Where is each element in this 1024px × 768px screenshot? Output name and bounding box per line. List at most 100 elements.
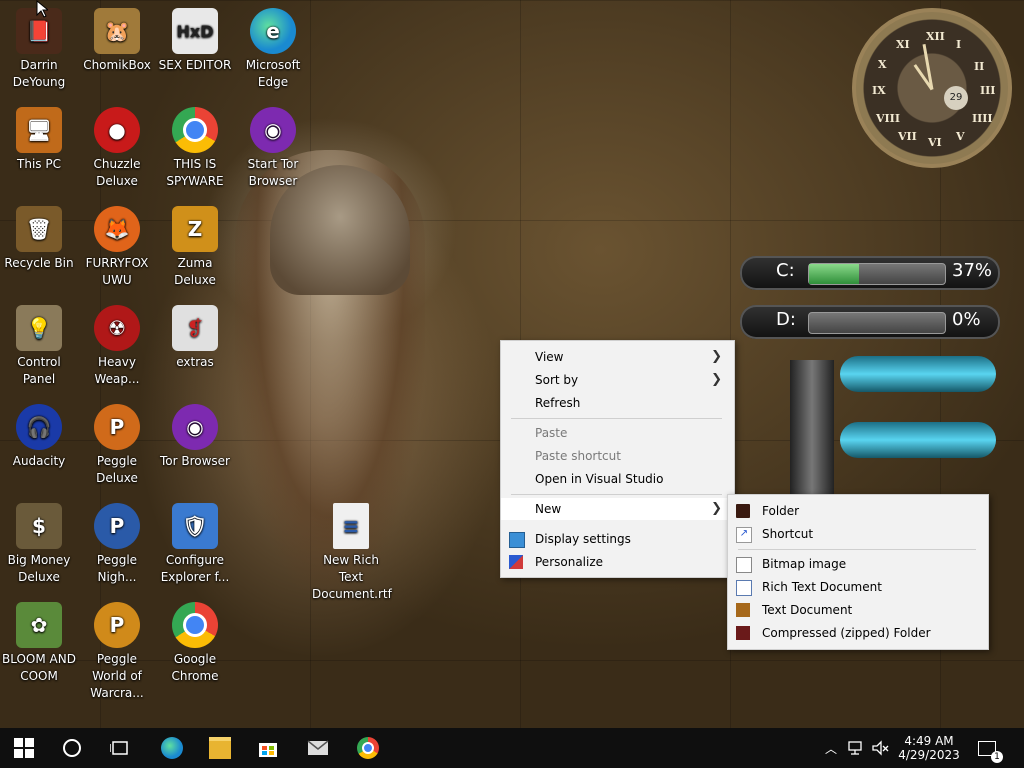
desktop-icon-hxd[interactable]: HxD SEX EDITOR — [156, 8, 234, 74]
desktop-icon-extras[interactable]: ❡ extras — [156, 305, 234, 371]
desktop-icon-configure-explorer[interactable]: 🛡 Configure Explorer f... — [156, 503, 234, 586]
desktop-icon-spyware-chrome[interactable]: THIS IS SPYWARE — [156, 107, 234, 190]
desktop-icon-label: ChomikBox — [83, 58, 151, 72]
text-document-icon — [736, 603, 750, 617]
menu-item-personalize[interactable]: Personalize — [501, 551, 732, 573]
menu-item-open-in-visual-studio[interactable]: Open in Visual Studio — [501, 468, 732, 490]
menu-item-label: Paste — [535, 426, 568, 440]
desktop-icon-furryfox[interactable]: 🦊 FURRYFOX UWU — [78, 206, 156, 289]
clock-numeral: VIII — [876, 112, 900, 125]
desktop-icon-recycle-bin[interactable]: 🗑 Recycle Bin — [0, 206, 78, 272]
chevron-right-icon: ❯ — [711, 372, 722, 387]
desktop-icon-label: Darrin DeYoung — [12, 58, 66, 89]
desktop-icon-peggle-nights[interactable]: P Peggle Nigh... — [78, 503, 156, 586]
desktop-icon-google-chrome[interactable]: Google Chrome — [156, 602, 234, 685]
menu-item-label: Text Document — [762, 603, 853, 617]
taskbar-app-store[interactable] — [244, 728, 292, 768]
menu-item-sort-by[interactable]: Sort by ❯ — [501, 369, 732, 391]
desktop-icon-label: Google Chrome — [171, 652, 219, 683]
menu-item-display-settings[interactable]: Display settings — [501, 528, 732, 550]
mouse-cursor-icon — [36, 0, 48, 18]
desktop-icon-label: SEX EDITOR — [158, 58, 232, 72]
desktop-icon-label: Heavy Weap... — [94, 355, 140, 386]
desktop-icon-peggle-deluxe[interactable]: P Peggle Deluxe — [78, 404, 156, 487]
volume-button[interactable] — [868, 728, 892, 768]
start-button[interactable] — [0, 728, 48, 768]
chrome-taskbar-icon — [357, 737, 379, 759]
desktop-icon-zuma[interactable]: Z Zuma Deluxe — [156, 206, 234, 289]
peggle-night-icon: P — [94, 503, 140, 549]
desktop-icon-this-pc[interactable]: 🖥 This PC — [0, 107, 78, 173]
desktop-context-menu: View ❯ Sort by ❯ Refresh Paste Paste sho… — [500, 340, 735, 578]
chevron-right-icon: ❯ — [711, 501, 722, 516]
desktop-icon-audacity[interactable]: 🎧 Audacity — [0, 404, 78, 470]
clock-numeral: XI — [896, 38, 910, 51]
desktop-icon-heavy-weapon[interactable]: ☢ Heavy Weap... — [78, 305, 156, 388]
drive-usage-bar — [808, 312, 946, 334]
desktop-icon-new-rtf[interactable]: ≡ New Rich Text Document.rtf — [312, 503, 392, 603]
desktop-icon-chuzzle[interactable]: ● Chuzzle Deluxe — [78, 107, 156, 190]
show-hidden-icons-button[interactable]: ︿ — [820, 728, 842, 768]
chuzzle-icon: ● — [94, 107, 140, 153]
mail-icon — [307, 740, 329, 755]
decorative-pipe — [790, 360, 834, 500]
menu-separator — [738, 549, 976, 550]
submenu-item-bitmap[interactable]: Bitmap image — [728, 553, 986, 575]
desktop-icon-peggle-wow[interactable]: P Peggle World of Warcra... — [78, 602, 156, 702]
submenu-item-rich-text[interactable]: Rich Text Document — [728, 576, 986, 598]
taskbar-app-file-explorer[interactable] — [196, 728, 244, 768]
taskbar-app-mail[interactable] — [292, 728, 344, 768]
taskbar: ︿ 4:49 AM 4/29/2023 1 — [0, 728, 1024, 768]
desktop-icon-microsoft-edge[interactable]: e Microsoft Edge — [234, 8, 312, 91]
desktop-icon-chomikbox[interactable]: 🐹 ChomikBox — [78, 8, 156, 74]
desktop-icon-label: Zuma Deluxe — [174, 256, 216, 287]
desktop-icon-tor-browser[interactable]: ◉ Tor Browser — [156, 404, 234, 470]
desktop-icon-big-money[interactable]: $ Big Money Deluxe — [0, 503, 78, 586]
bitmap-icon — [736, 557, 752, 573]
menu-item-view[interactable]: View ❯ — [501, 346, 732, 368]
drive-label: C: — [776, 260, 795, 281]
search-button[interactable] — [48, 728, 96, 768]
flower-icon: ✿ — [16, 602, 62, 648]
shield-icon: 🛡 — [172, 503, 218, 549]
menu-item-new[interactable]: New ❯ — [501, 498, 732, 520]
menu-item-label: Rich Text Document — [762, 580, 882, 594]
menu-item-label: Bitmap image — [762, 557, 847, 571]
display-icon — [509, 532, 525, 548]
menu-item-refresh[interactable]: Refresh — [501, 392, 732, 414]
drive-meter-c: C: 37% — [740, 256, 1000, 290]
chrome-icon — [172, 107, 218, 153]
task-view-button[interactable] — [96, 728, 144, 768]
submenu-item-text-document[interactable]: Text Document — [728, 599, 986, 621]
desktop-icon-control-panel[interactable]: 💡 Control Panel — [0, 305, 78, 388]
submenu-item-zip-folder[interactable]: Compressed (zipped) Folder — [728, 622, 986, 644]
new-submenu: Folder ↗ Shortcut Bitmap image Rich Text… — [727, 494, 989, 650]
hamster-box-icon: 🐹 — [94, 8, 140, 54]
desktop-icon-darrin-deyoung[interactable]: 📕 Darrin DeYoung — [0, 8, 78, 91]
clock-button[interactable]: 4:49 AM 4/29/2023 — [894, 728, 964, 768]
taskbar-app-edge[interactable] — [148, 728, 196, 768]
desktop-icon-label: Start Tor Browser — [247, 157, 299, 188]
menu-item-label: Display settings — [535, 532, 631, 546]
shortcut-icon: ↗ — [736, 527, 752, 543]
submenu-item-shortcut[interactable]: ↗ Shortcut — [728, 523, 986, 545]
drive-percent: 37% — [952, 260, 993, 281]
desktop-icon-start-tor[interactable]: ◉ Start Tor Browser — [234, 107, 312, 190]
network-button[interactable] — [844, 728, 868, 768]
recycle-bin-icon: 🗑 — [16, 206, 62, 252]
file-icon: ❡ — [172, 305, 218, 351]
clock-numeral: VI — [928, 136, 942, 149]
store-icon — [259, 743, 277, 757]
menu-item-paste-shortcut[interactable]: Paste shortcut — [501, 445, 732, 467]
taskbar-app-chrome[interactable] — [344, 728, 392, 768]
submenu-item-folder[interactable]: Folder — [728, 500, 986, 522]
desktop-icon-bloom[interactable]: ✿ BLOOM AND COOM — [0, 602, 78, 685]
drive-meter-d: D: 0% — [740, 305, 1000, 339]
clock-numeral: X — [878, 58, 887, 71]
hxd-icon: HxD — [172, 8, 218, 54]
action-center-button[interactable]: 1 — [972, 728, 1003, 768]
desktop-icon-label: Control Panel — [17, 355, 61, 386]
menu-item-paste[interactable]: Paste — [501, 422, 732, 444]
desktop-icon-label: Chuzzle Deluxe — [93, 157, 141, 188]
chevron-up-icon: ︿ — [824, 741, 837, 756]
